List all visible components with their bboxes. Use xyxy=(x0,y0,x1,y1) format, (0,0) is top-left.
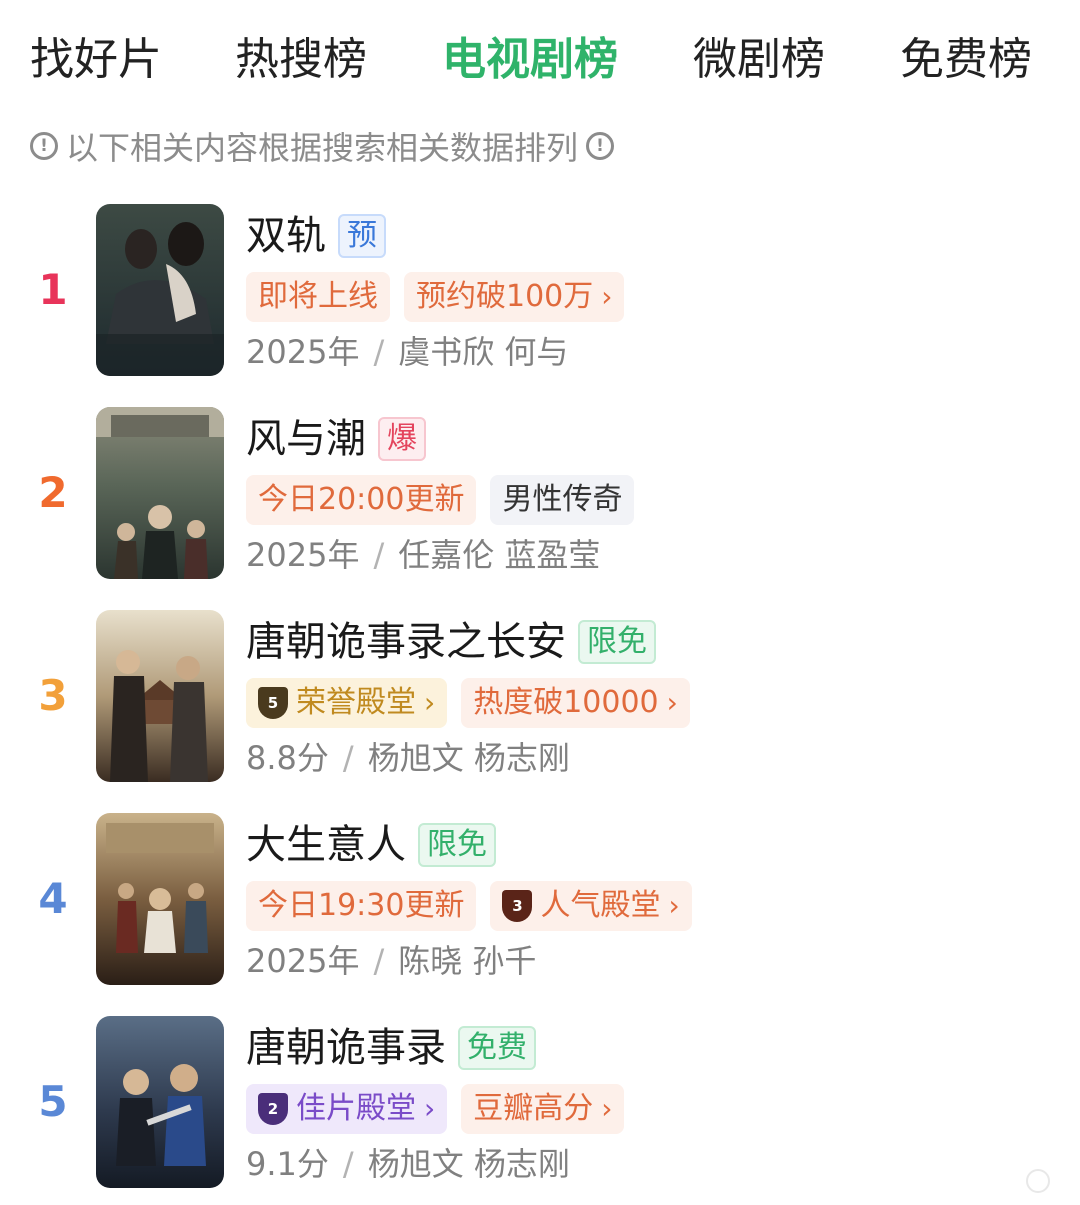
hot-badge: 爆 xyxy=(378,417,426,461)
rank-number: 2 xyxy=(38,468,68,517)
tag-label: 今日20:00更新 xyxy=(258,482,465,517)
honor-shield-icon: 5 xyxy=(258,687,288,719)
meta-separator: / xyxy=(373,536,385,574)
rank-number: 5 xyxy=(38,1077,68,1126)
list-item[interactable]: 5 唐朝诡事录 免费 2 佳片殿堂 › 豆瓣高分 › 9.1分 / 杨旭文 杨志刚 xyxy=(0,1016,1080,1188)
watermark xyxy=(1026,1169,1056,1193)
drama-title[interactable]: 双轨 xyxy=(246,208,326,264)
drama-title[interactable]: 唐朝诡事录 xyxy=(246,1020,446,1076)
tag-label: 今日19:30更新 xyxy=(258,888,465,923)
drama-meta: 2025年 / 虞书欣 何与 xyxy=(246,328,568,376)
rating-score: 8.8分 xyxy=(246,739,329,777)
tag-update-time[interactable]: 今日20:00更新 xyxy=(246,475,477,525)
cast-list: 陈晓 孙千 xyxy=(398,942,537,980)
tag-popularity-hall[interactable]: 3 人气殿堂 › xyxy=(490,881,692,931)
tab-micro-drama[interactable]: 微剧榜 xyxy=(693,28,825,92)
watermark-icon xyxy=(1026,1169,1050,1193)
tag-popularity[interactable]: 热度破10000 › xyxy=(461,678,690,728)
popularity-shield-icon: 3 xyxy=(502,890,533,922)
tag-douban-high-score[interactable]: 豆瓣高分 › xyxy=(461,1084,625,1134)
info-icon[interactable]: ! xyxy=(586,132,615,160)
tag-label: 即将上线 xyxy=(258,279,378,314)
limited-free-badge: 限免 xyxy=(418,823,496,867)
cast-list: 杨旭文 杨志刚 xyxy=(367,739,570,777)
list-item[interactable]: 3 唐朝诡事录之长安 限免 5 荣誉殿堂 › 热度破10000 › 8.8分 / 杨旭文 … xyxy=(0,610,1080,782)
list-item[interactable]: 1 双轨 预 即将上线 预约破100万 › 2025年 / 虞书欣 何与 xyxy=(0,204,1080,376)
tag-label: 预约破100万 xyxy=(416,279,594,314)
tag-label: 人气殿堂 xyxy=(540,888,661,923)
category-tabs: 找好片 热搜榜 电视剧榜 微剧榜 免费榜 xyxy=(0,28,1080,92)
notice-text: 以下相关内容根据搜索相关数据排列 xyxy=(66,129,579,167)
drama-meta: 2025年 / 陈晓 孙千 xyxy=(246,937,536,985)
tab-hot-search[interactable]: 热搜榜 xyxy=(235,28,367,92)
info-icon[interactable]: ! xyxy=(30,132,58,160)
tag-update-time[interactable]: 今日19:30更新 xyxy=(246,881,477,931)
release-year: 2025年 xyxy=(246,333,360,371)
cast-list: 虞书欣 何与 xyxy=(398,333,569,371)
tag-label: 豆瓣高分 xyxy=(473,1091,594,1126)
drama-meta: 2025年 / 任嘉伦 蓝盈莹 xyxy=(246,531,600,579)
rank-number: 3 xyxy=(38,671,68,720)
tag-reservations[interactable]: 预约破100万 › xyxy=(404,272,625,322)
cast-list: 杨旭文 杨志刚 xyxy=(367,1145,570,1183)
tag-label: 热度破10000 xyxy=(473,685,659,720)
chevron-right-icon: › xyxy=(668,889,680,922)
rank-number: 1 xyxy=(38,265,68,314)
drama-meta: 9.1分 / 杨旭文 杨志刚 xyxy=(246,1140,570,1188)
tag-label: 荣誉殿堂 xyxy=(296,685,416,720)
poster-image[interactable] xyxy=(96,407,224,579)
limited-free-badge: 限免 xyxy=(578,620,656,664)
tag-honor-hall[interactable]: 5 荣誉殿堂 › xyxy=(246,678,448,728)
tab-tv-series[interactable]: 电视剧榜 xyxy=(442,28,618,92)
tab-find-good[interactable]: 找好片 xyxy=(30,28,162,92)
rating-score: 9.1分 xyxy=(246,1145,329,1183)
cast-list: 任嘉伦 蓝盈莹 xyxy=(398,536,601,574)
release-year: 2025年 xyxy=(246,942,360,980)
drama-meta: 8.8分 / 杨旭文 杨志刚 xyxy=(246,734,570,782)
poster-image[interactable] xyxy=(96,813,224,985)
tag-coming-soon[interactable]: 即将上线 xyxy=(246,272,390,322)
chevron-right-icon: › xyxy=(424,1092,436,1125)
drama-title[interactable]: 唐朝诡事录之长安 xyxy=(246,614,566,670)
quality-shield-icon: 2 xyxy=(258,1093,288,1125)
tag-label: 佳片殿堂 xyxy=(296,1091,416,1126)
chevron-right-icon: › xyxy=(424,686,436,719)
drama-title[interactable]: 风与潮 xyxy=(246,411,366,467)
tab-free[interactable]: 免费榜 xyxy=(900,28,1032,92)
rank-number: 4 xyxy=(38,874,68,923)
tag-label: 男性传奇 xyxy=(502,482,623,517)
poster-image[interactable] xyxy=(96,204,224,376)
list-item[interactable]: 2 风与潮 爆 今日20:00更新 男性传奇 2025年 / 任嘉伦 蓝盈莹 xyxy=(0,407,1080,579)
release-year: 2025年 xyxy=(246,536,360,574)
list-item[interactable]: 4 大生意人 限免 今日19:30更新 3 人气殿堂 › 2025年 / 陈晓 孙千 xyxy=(0,813,1080,985)
poster-image[interactable] xyxy=(96,610,224,782)
chevron-right-icon: › xyxy=(601,1092,613,1125)
meta-separator: / xyxy=(373,333,385,371)
poster-image[interactable] xyxy=(96,1016,224,1188)
drama-title[interactable]: 大生意人 xyxy=(246,817,406,873)
free-badge: 免费 xyxy=(458,1026,536,1070)
tag-quality-hall[interactable]: 2 佳片殿堂 › xyxy=(246,1084,448,1134)
meta-separator: / xyxy=(373,942,385,980)
chevron-right-icon: › xyxy=(666,686,678,719)
meta-separator: / xyxy=(342,739,354,777)
tag-genre[interactable]: 男性传奇 xyxy=(490,475,635,525)
chevron-right-icon: › xyxy=(601,280,613,313)
ranking-notice: ! 以下相关内容根据搜索相关数据排列 ! xyxy=(30,124,615,168)
preview-badge: 预 xyxy=(338,214,386,258)
meta-separator: / xyxy=(342,1145,354,1183)
